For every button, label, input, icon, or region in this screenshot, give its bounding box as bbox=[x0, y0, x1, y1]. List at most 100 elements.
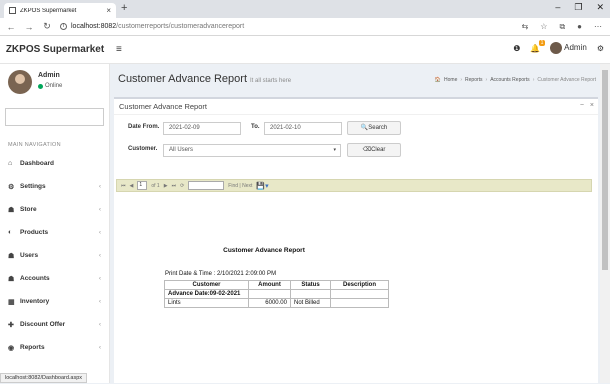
avatar bbox=[8, 70, 32, 94]
sidebar-nav-header: MAIN NAVIGATION bbox=[8, 142, 61, 148]
customer-select-value: All Users bbox=[169, 147, 194, 153]
customer-select[interactable]: All Users ▾ bbox=[163, 144, 341, 157]
date-from-input[interactable]: 2021-02-09 bbox=[163, 122, 241, 135]
chevron-left-icon: ‹ bbox=[98, 344, 101, 351]
page-number-input[interactable]: 1 bbox=[137, 181, 148, 190]
column-header: Description bbox=[330, 280, 389, 290]
star-icon[interactable]: ☆ bbox=[540, 22, 547, 32]
url-field[interactable]: i localhost:8082/customerreports/custome… bbox=[60, 23, 244, 30]
info-icon[interactable]: i bbox=[60, 23, 67, 30]
breadcrumb-item[interactable]: Home bbox=[444, 77, 457, 83]
clear-icon: ⌫ bbox=[362, 147, 372, 153]
scrollbar-thumb[interactable] bbox=[602, 70, 608, 270]
more-icon[interactable]: ⋯ bbox=[594, 22, 602, 32]
user-menu[interactable]: Admin bbox=[550, 42, 587, 54]
last-page-icon[interactable]: ⏭ bbox=[172, 183, 177, 189]
collapse-icon[interactable]: − bbox=[580, 102, 584, 109]
box-tools: − × bbox=[580, 102, 594, 109]
breadcrumb: 🏠 Home › Reports › Accounts Reports › Custo… bbox=[435, 77, 596, 83]
forward-icon[interactable]: → bbox=[22, 22, 36, 32]
table-cell bbox=[290, 289, 331, 299]
accounts-icon: ☗ bbox=[8, 275, 15, 283]
page-title: Customer Advance Report It all starts her… bbox=[118, 73, 291, 85]
url-path: /customerreports/customeradvancereport bbox=[116, 23, 245, 30]
clear-button[interactable]: ⌫Clear bbox=[347, 143, 401, 157]
date-to-label: To. bbox=[251, 124, 260, 130]
home-icon: 🏠 bbox=[434, 77, 442, 83]
minimize-icon[interactable]: – bbox=[555, 2, 560, 13]
gear-icon: ⚙ bbox=[8, 183, 15, 191]
close-window-icon[interactable]: ✕ bbox=[596, 2, 604, 13]
sidebar-item-dashboard[interactable]: ⌂ Dashboard bbox=[0, 152, 109, 175]
sidebar-item-discount-offer[interactable]: ✚ Discount Offer ‹ bbox=[0, 313, 109, 336]
new-tab-icon[interactable]: + bbox=[121, 2, 127, 14]
breadcrumb-item-active: Customer Advance Report bbox=[537, 77, 596, 83]
sidebar-item-accounts[interactable]: ☗ Accounts ‹ bbox=[0, 267, 109, 290]
sidebar-item-users[interactable]: ☗ Users ‹ bbox=[0, 244, 109, 267]
user-label: Admin bbox=[564, 43, 587, 53]
notifications-icon[interactable]: 🔔 1 bbox=[530, 39, 546, 53]
dashboard-icon: ⌂ bbox=[8, 160, 13, 167]
online-dot-icon bbox=[38, 83, 43, 89]
table-cell bbox=[248, 289, 291, 299]
refresh-icon[interactable]: ⟳ bbox=[180, 183, 184, 189]
sidebar-item-reports[interactable]: ◉ Reports ‹ bbox=[0, 336, 109, 359]
collections-icon[interactable]: ⧉ bbox=[559, 22, 565, 32]
profile-icon[interactable]: ● bbox=[577, 22, 582, 32]
remove-icon[interactable]: × bbox=[590, 102, 594, 109]
date-to-input[interactable]: 2021-02-10 bbox=[264, 122, 342, 135]
column-header: Customer bbox=[164, 280, 249, 290]
sidebar-item-settings[interactable]: ⚙ Settings ‹ bbox=[0, 175, 109, 198]
browser-tab[interactable]: ZKPOS Supermarket × bbox=[4, 3, 116, 18]
products-icon: ◐ bbox=[8, 229, 13, 236]
column-header: Amount bbox=[248, 280, 291, 290]
sidebar-search-input[interactable] bbox=[5, 108, 104, 126]
page-scrollbar[interactable] bbox=[600, 64, 610, 383]
report-toolbar: ⏮ ◀ 1 of 1 ▶ ⏭ ⟳ Find | Next 💾▾ bbox=[116, 179, 592, 192]
reload-icon[interactable]: ↻ bbox=[40, 21, 54, 32]
maximize-icon[interactable]: ❐ bbox=[574, 2, 582, 13]
search-button[interactable]: 🔍Search bbox=[347, 121, 401, 135]
customer-label: Customer. bbox=[128, 146, 158, 152]
page-of-text: of 1 bbox=[151, 182, 160, 189]
export-icon[interactable]: 💾▾ bbox=[256, 182, 268, 190]
report-box: Customer Advance Report − × Date From. 2… bbox=[114, 97, 598, 383]
cell-status: Not Billed bbox=[290, 298, 331, 308]
column-header: Status bbox=[290, 280, 331, 290]
print-date: Print Date & Time : 2/10/2021 2:09:00 PM bbox=[165, 271, 277, 277]
back-icon[interactable]: ← bbox=[4, 22, 18, 32]
breadcrumb-separator: › bbox=[460, 77, 463, 83]
sidebar-item-store[interactable]: ☗ Store ‹ bbox=[0, 198, 109, 221]
next-page-icon[interactable]: ▶ bbox=[164, 183, 168, 189]
sidebar-item-inventory[interactable]: ▦ Inventory ‹ bbox=[0, 290, 109, 313]
sidebar-item-label: Accounts bbox=[20, 275, 50, 282]
window-controls: – ❐ ✕ bbox=[555, 2, 604, 13]
translate-icon[interactable]: ⇆ bbox=[522, 22, 529, 32]
group-label: Advance Date:09-02-2021 bbox=[164, 289, 249, 299]
breadcrumb-item[interactable]: Accounts Reports bbox=[490, 77, 529, 83]
dropdown-arrow-icon: ▾ bbox=[333, 147, 336, 153]
search-button-label: Search bbox=[368, 125, 388, 131]
settings-icon[interactable]: ⚙ bbox=[597, 44, 604, 53]
inventory-icon: ▦ bbox=[8, 298, 15, 306]
status-bar-url: localhost:8082/Dashboard.aspx bbox=[0, 373, 88, 383]
cell-customer: Lints bbox=[164, 298, 249, 308]
close-tab-icon[interactable]: × bbox=[106, 6, 111, 15]
find-next-link[interactable]: Find | Next bbox=[228, 183, 252, 189]
prev-page-icon[interactable]: ◀ bbox=[130, 183, 134, 189]
breadcrumb-separator: › bbox=[485, 77, 488, 83]
report-table: Customer Amount Status Description Advan… bbox=[164, 280, 389, 308]
page-title-text: Customer Advance Report bbox=[118, 73, 248, 85]
sidebar-item-products[interactable]: ◐ Products ‹ bbox=[0, 221, 109, 244]
cell-amount: 6000.00 bbox=[248, 298, 291, 308]
menu-toggle-icon[interactable]: ≡ bbox=[116, 44, 122, 55]
info-circle-icon[interactable]: ❶ bbox=[513, 44, 520, 53]
store-icon: ☗ bbox=[8, 206, 15, 214]
header-actions: ❶ 🔔 1 Admin ⚙ bbox=[513, 39, 604, 54]
sidebar-item-label: Discount Offer bbox=[20, 321, 66, 328]
app-logo[interactable]: ZKPOS Supermarket bbox=[0, 36, 110, 64]
find-input[interactable] bbox=[188, 181, 225, 190]
users-icon: ☗ bbox=[8, 252, 15, 260]
breadcrumb-item[interactable]: Reports bbox=[465, 77, 483, 83]
first-page-icon[interactable]: ⏮ bbox=[121, 183, 126, 189]
